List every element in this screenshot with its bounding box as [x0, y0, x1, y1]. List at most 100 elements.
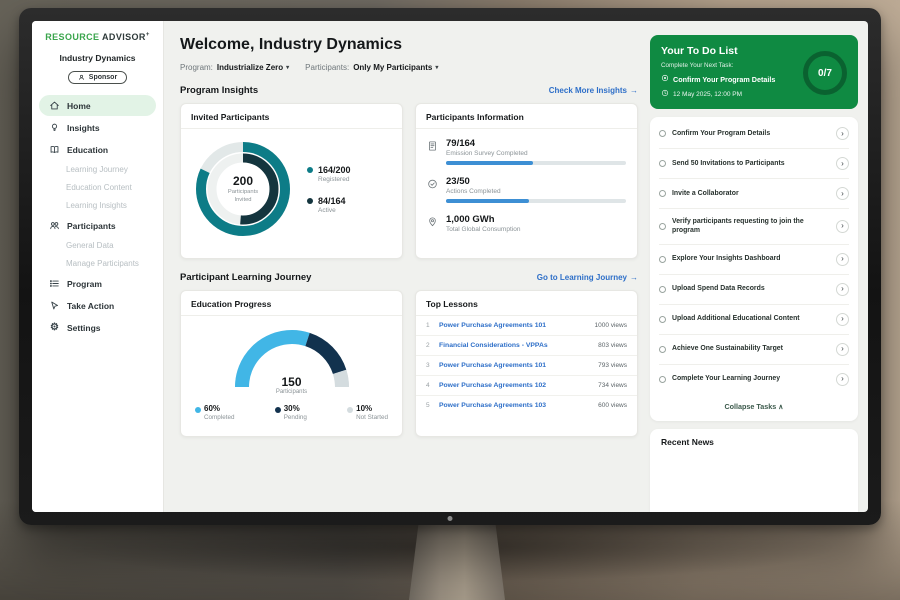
task-radio[interactable] [659, 376, 666, 383]
person-icon [78, 74, 85, 81]
task-row[interactable]: Upload Additional Educational Content › [659, 305, 849, 335]
task-radio[interactable] [659, 160, 666, 167]
stat-bar-fill [446, 161, 533, 165]
check-more-insights-link[interactable]: Check More Insights → [549, 86, 638, 95]
top-lessons-card: Top Lessons 1 Power Purchase Agreements … [415, 290, 638, 437]
task-radio[interactable] [659, 316, 666, 323]
gauge-legend: 60% Completed 30% Pending 10% Not Starte… [181, 395, 402, 421]
sidebar-item-learning-journey[interactable]: Learning Journey [39, 161, 156, 178]
chevron-right-icon[interactable]: › [836, 373, 849, 386]
education-progress-card: Education Progress 150 Participants [180, 290, 403, 437]
emission-progress-track [446, 161, 626, 165]
task-radio[interactable] [659, 223, 666, 230]
task-row[interactable]: Complete Your Learning Journey › [659, 365, 849, 394]
donut-legend: 164/200 Registered 84/164 Active [307, 165, 351, 214]
sidebar-item-education[interactable]: Education [39, 139, 156, 160]
donut-center-label: Participants Invited [219, 189, 267, 204]
sidebar-item-home[interactable]: Home [39, 95, 156, 116]
chevron-right-icon[interactable]: › [836, 253, 849, 266]
lesson-link[interactable]: Power Purchase Agreements 101 [439, 362, 592, 369]
chevron-right-icon[interactable]: › [836, 343, 849, 356]
chevron-right-icon[interactable]: › [836, 283, 849, 296]
lesson-link[interactable]: Power Purchase Agreements 101 [439, 322, 588, 329]
book-icon [49, 144, 60, 155]
task-row[interactable]: Achieve One Sustainability Target › [659, 335, 849, 365]
logo-secondary: ADVISOR+ [102, 32, 150, 42]
todo-panel: Your To Do List Complete Your Next Task:… [650, 21, 868, 512]
legend-item-active: 84/164 Active [307, 196, 351, 214]
sidebar-item-learning-insights[interactable]: Learning Insights [39, 197, 156, 214]
participants-information-card-title: Participants Information [416, 104, 637, 129]
lesson-link[interactable]: Power Purchase Agreements 102 [439, 382, 592, 389]
gear-icon: ⚙ [49, 322, 60, 333]
task-row[interactable]: Confirm Your Program Details › [659, 119, 849, 149]
participants-filter-select[interactable]: Only My Participants ▾ [353, 63, 438, 72]
legend-dot-completed [195, 407, 201, 413]
legend-dot-registered [307, 167, 313, 173]
check-circle-icon [427, 176, 438, 189]
actions-progress-track [446, 199, 626, 203]
task-radio[interactable] [659, 190, 666, 197]
legend-dot-not-started [347, 407, 353, 413]
lesson-row: 4 Power Purchase Agreements 102 734 view… [416, 376, 637, 396]
sidebar-item-program[interactable]: Program [39, 273, 156, 294]
power-led [448, 516, 453, 521]
todo-progress-ring: 0/7 [803, 51, 847, 95]
recent-news-header[interactable]: Recent News [650, 429, 858, 512]
task-radio[interactable] [659, 256, 666, 263]
chevron-down-icon: ▾ [435, 64, 438, 71]
sidebar-item-participants[interactable]: Participants [39, 215, 156, 236]
chevron-right-icon[interactable]: › [836, 313, 849, 326]
lesson-row: 5 Power Purchase Agreements 103 600 view… [416, 396, 637, 415]
program-filter-select[interactable]: Industrialize Zero ▾ [217, 63, 289, 72]
lesson-link[interactable]: Financial Considerations - VPPAs [439, 342, 592, 349]
task-row[interactable]: Verify participants requesting to join t… [659, 209, 849, 245]
sidebar-item-take-action[interactable]: Take Action [39, 295, 156, 316]
participants-information-card: Participants Information 79/164 Emission… [415, 103, 638, 259]
people-icon [49, 220, 60, 231]
sidebar-item-manage-participants[interactable]: Manage Participants [39, 255, 156, 272]
program-filter-label: Program: [180, 63, 213, 72]
collapse-tasks-button[interactable]: Collapse Tasks ∧ [659, 394, 849, 418]
go-to-learning-journey-link[interactable]: Go to Learning Journey → [537, 273, 638, 282]
invited-participants-card-title: Invited Participants [181, 104, 402, 129]
sponsor-badge[interactable]: Sponsor [68, 71, 127, 84]
chevron-up-icon: ∧ [778, 402, 783, 411]
sidebar-item-general-data[interactable]: General Data [39, 237, 156, 254]
learning-journey-title: Participant Learning Journey [180, 272, 311, 283]
screen: RESOURCE ADVISOR+ Industry Dynamics Spon… [32, 21, 868, 512]
cursor-icon [49, 300, 60, 311]
lesson-row: 3 Power Purchase Agreements 101 793 view… [416, 356, 637, 376]
task-row[interactable]: Invite a Collaborator › [659, 179, 849, 209]
chevron-right-icon[interactable]: › [836, 187, 849, 200]
chevron-right-icon[interactable]: › [836, 127, 849, 140]
chevron-right-icon[interactable]: › [836, 220, 849, 233]
legend-dot-pending [275, 407, 281, 413]
page-title: Welcome, Industry Dynamics [180, 36, 638, 54]
app-logo: RESOURCE ADVISOR+ [32, 32, 163, 42]
task-radio[interactable] [659, 286, 666, 293]
lesson-row: 2 Financial Considerations - VPPAs 803 v… [416, 336, 637, 356]
program-insights-title: Program Insights [180, 85, 258, 96]
participants-filter-label: Participants: [305, 63, 349, 72]
task-row[interactable]: Send 50 Invitations to Participants › [659, 149, 849, 179]
stat-bar-fill [446, 199, 529, 203]
stat-global-consumption: 1,000 GWh Total Global Consumption [427, 214, 626, 233]
sidebar-nav: Home Insights Education Learning Journey… [32, 95, 163, 338]
lightbulb-icon [49, 122, 60, 133]
monitor-stand [409, 523, 505, 600]
sidebar-item-insights[interactable]: Insights [39, 117, 156, 138]
chevron-right-icon[interactable]: › [836, 157, 849, 170]
task-row[interactable]: Explore Your Insights Dashboard › [659, 245, 849, 275]
list-icon [49, 278, 60, 289]
task-row[interactable]: Upload Spend Data Records › [659, 275, 849, 305]
arrow-right-icon: → [630, 86, 638, 95]
task-radio[interactable] [659, 130, 666, 137]
org-name: Industry Dynamics [32, 53, 163, 63]
sidebar: RESOURCE ADVISOR+ Industry Dynamics Spon… [32, 21, 164, 512]
legend-item-not-started: 10% Not Started [347, 404, 388, 421]
sidebar-item-education-content[interactable]: Education Content [39, 179, 156, 196]
sidebar-item-settings[interactable]: ⚙ Settings [39, 317, 156, 338]
lesson-link[interactable]: Power Purchase Agreements 103 [439, 402, 592, 409]
task-radio[interactable] [659, 346, 666, 353]
